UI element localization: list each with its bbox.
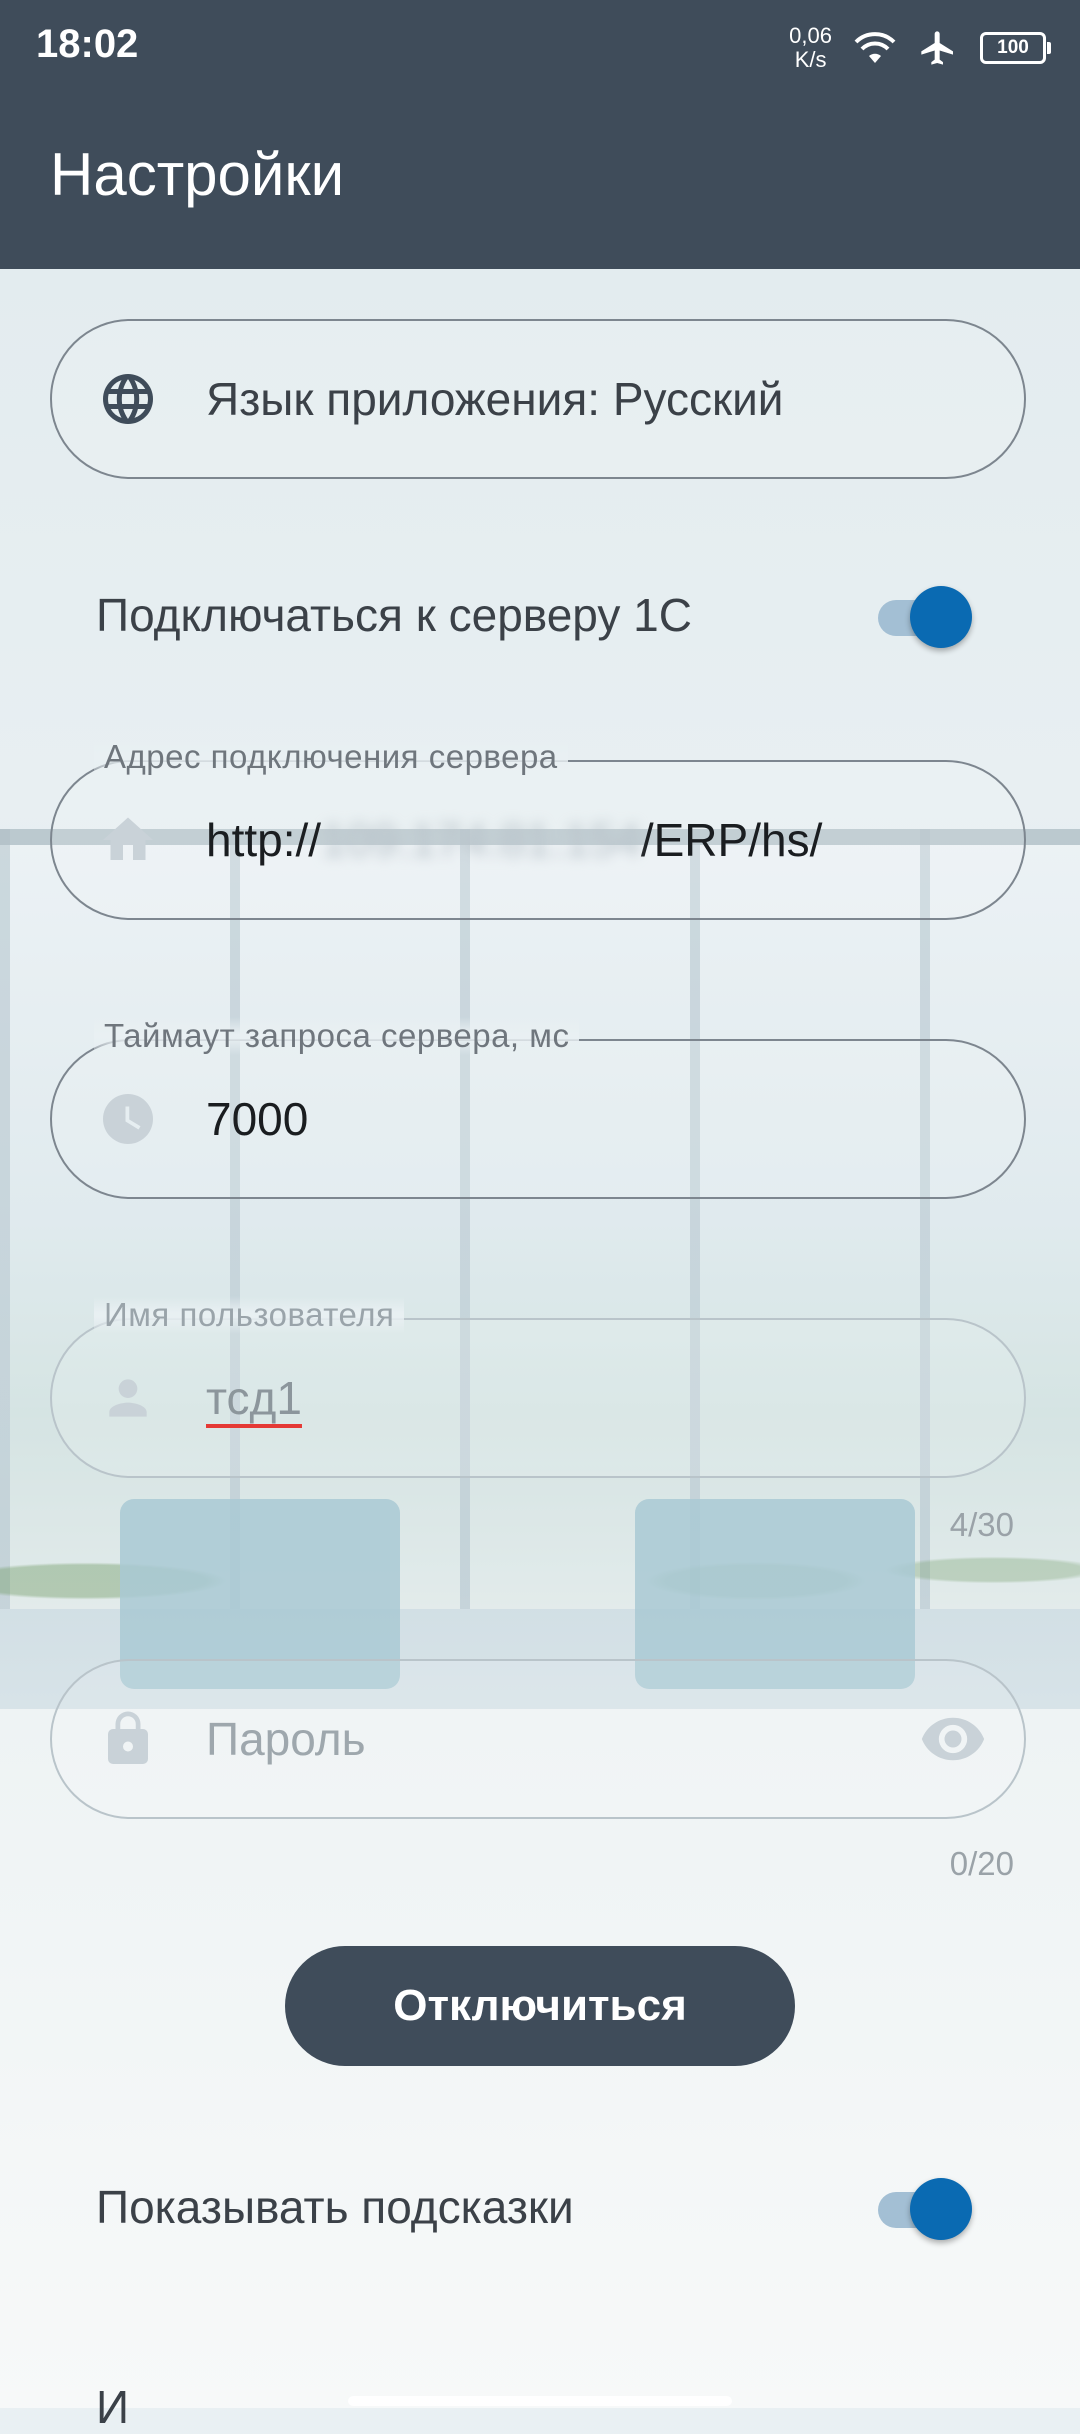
status-time: 18:02: [36, 22, 139, 66]
lock-icon: [98, 1709, 158, 1769]
page-title: Настройки: [50, 141, 345, 208]
battery-icon: 100: [980, 32, 1051, 64]
toggle-thumb: [910, 586, 972, 648]
network-speed-value: 0,06: [789, 23, 832, 48]
timeout-value: 7000: [206, 1093, 309, 1145]
connect-1c-toggle[interactable]: [878, 582, 974, 648]
next-item-label: И: [96, 2381, 130, 2433]
network-speed-unit: K/s: [794, 47, 827, 72]
server-address-value: http://109.174.81.154/ERP/hs/: [206, 813, 822, 867]
timeout-field[interactable]: Таймаут запроса сервера, мс 7000: [50, 1017, 1026, 1199]
language-label: Язык приложения: Русский: [206, 373, 784, 425]
language-selector[interactable]: Язык приложения: Русский: [50, 319, 1026, 479]
home-icon: [98, 810, 158, 870]
username-label: Имя пользователя: [94, 1296, 405, 1334]
show-hints-toggle[interactable]: [878, 2174, 974, 2240]
timeout-label: Таймаут запроса сервера, мс: [94, 1017, 580, 1055]
clock-icon: [98, 1089, 158, 1149]
gesture-nav-bar[interactable]: [348, 2396, 732, 2406]
connect-1c-label: Подключаться к серверу 1С: [96, 589, 692, 641]
password-counter: 0/20: [949, 1845, 1014, 1882]
username-counter: 4/30: [949, 1506, 1014, 1543]
app-bar: 18:02 0,06 K/s 100 Настройки: [0, 0, 1080, 269]
globe-icon: [98, 369, 158, 429]
password-placeholder: Пароль: [206, 1713, 366, 1765]
server-address-field[interactable]: Адрес подключения сервера http://109.174…: [50, 738, 1026, 920]
toggle-thumb: [910, 2178, 972, 2240]
network-speed: 0,06 K/s: [789, 24, 832, 72]
username-value: тсд1: [206, 1371, 302, 1425]
person-icon: [98, 1368, 158, 1428]
disconnect-button[interactable]: Отключиться: [285, 1946, 795, 2066]
server-address-redacted: 109.174.81.154: [321, 814, 641, 866]
password-field[interactable]: Пароль: [50, 1659, 1026, 1819]
wifi-icon: [854, 32, 896, 63]
airplane-mode-icon: [921, 31, 953, 65]
show-hints-label: Показывать подсказки: [96, 2181, 574, 2233]
username-field[interactable]: Имя пользователя тсд1: [50, 1296, 1026, 1478]
status-icons: 0,06 K/s 100: [789, 18, 1051, 78]
server-address-suffix: /ERP/hs/: [640, 814, 823, 866]
eye-icon[interactable]: [918, 1704, 988, 1774]
server-address-prefix: http://: [206, 814, 322, 866]
server-address-label: Адрес подключения сервера: [94, 738, 568, 776]
username-text: тсд1: [206, 1372, 302, 1424]
